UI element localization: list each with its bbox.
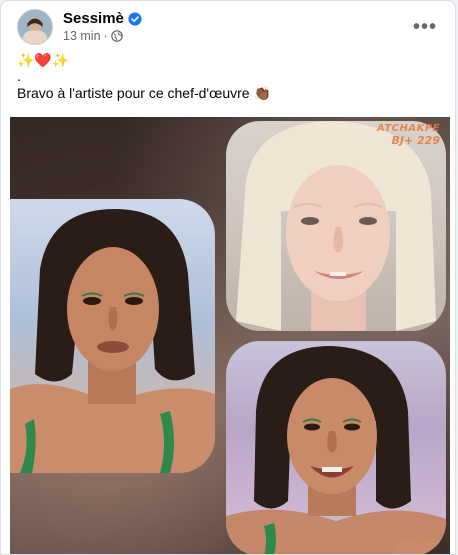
caption-dot: . xyxy=(17,68,21,84)
more-options-button[interactable]: ••• xyxy=(407,9,443,45)
post-meta: 13 min · xyxy=(63,29,123,43)
caption-emojis: ✨❤️✨ xyxy=(17,52,70,68)
more-options-icon: ••• xyxy=(412,16,437,38)
post-header: Sessimè 13 min · ••• xyxy=(17,9,443,45)
meta-separator: · xyxy=(103,29,108,43)
author-name[interactable]: Sessimè xyxy=(63,10,124,27)
post-caption: ✨❤️✨ . Bravo à l'artiste pour ce chef-d'… xyxy=(17,51,439,102)
post-image[interactable]: ATCHAKPE BJ+ 229 xyxy=(10,117,450,554)
portrait-panel-bottom-right xyxy=(226,341,446,554)
author-avatar[interactable] xyxy=(17,9,53,45)
watermark-line-2: BJ+ 229 xyxy=(391,134,441,147)
image-watermark: ATCHAKPE BJ+ 229 xyxy=(377,123,440,147)
post-card: Sessimè 13 min · ••• ✨❤️✨ . Bravo à l'ar… xyxy=(0,0,456,555)
avatar-image xyxy=(18,10,52,44)
verified-badge-icon xyxy=(128,11,142,26)
portrait-panel-left xyxy=(10,199,215,473)
post-timestamp[interactable]: 13 min xyxy=(63,29,101,43)
author-line: Sessimè xyxy=(63,10,142,27)
globe-icon[interactable] xyxy=(110,30,123,42)
caption-text: Bravo à l'artiste pour ce chef-d'œuvre 👏… xyxy=(17,85,271,101)
portrait-panel-top-right xyxy=(226,121,446,331)
